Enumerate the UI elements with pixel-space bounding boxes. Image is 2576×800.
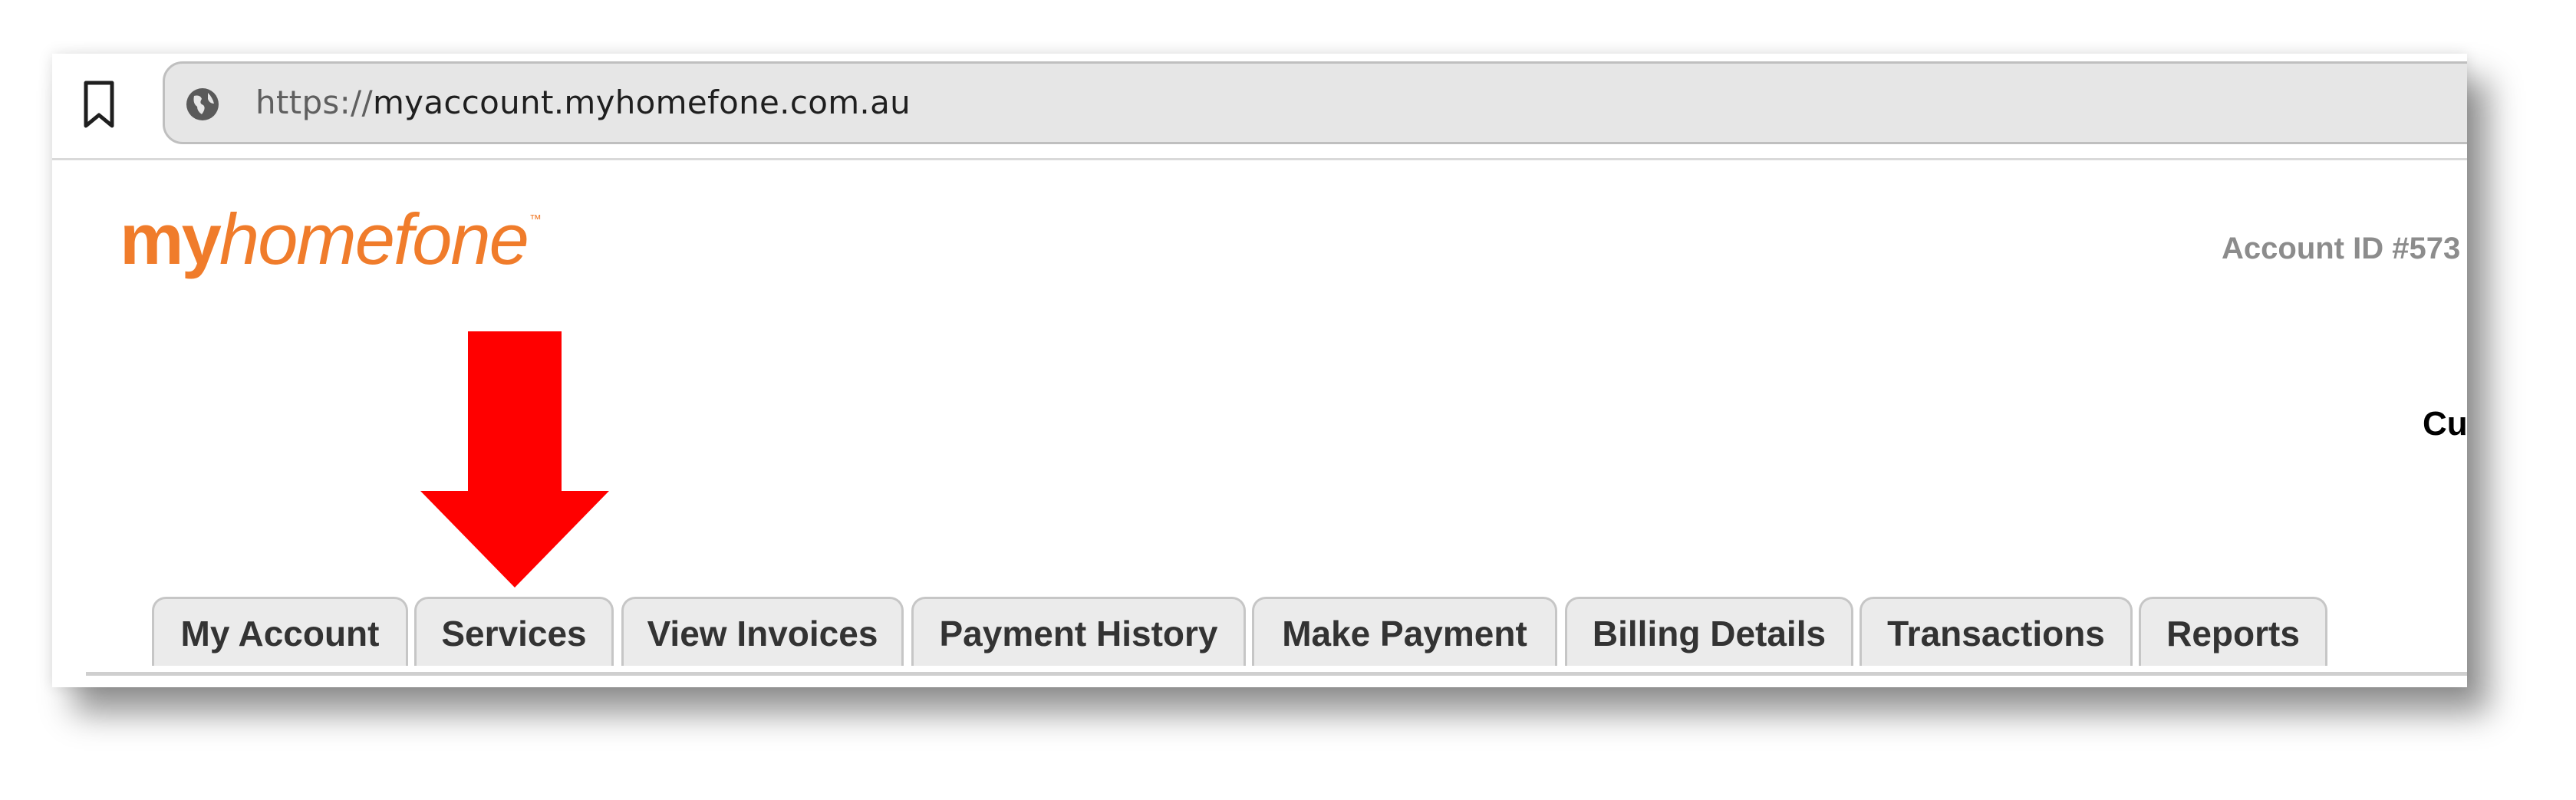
- tab-payment-history[interactable]: Payment History: [911, 597, 1246, 666]
- logo-my: my: [120, 199, 222, 279]
- logo-homefone: homefone: [219, 199, 529, 279]
- tab-reports[interactable]: Reports: [2139, 597, 2327, 666]
- browser-toolbar: https://myaccount.myhomefone.com.au: [52, 54, 2467, 160]
- tab-bar-divider: [86, 672, 2467, 676]
- account-id: Account ID #573: [2222, 232, 2461, 265]
- globe-icon[interactable]: [183, 85, 222, 123]
- myhomefone-logo[interactable]: myhomefone ™: [120, 198, 542, 290]
- tab-services[interactable]: Services: [414, 597, 614, 666]
- tab-make-payment[interactable]: Make Payment: [1252, 597, 1557, 666]
- url-host: myaccount.myhomefone.com.au: [372, 84, 911, 121]
- browser-window: https://myaccount.myhomefone.com.au myho…: [52, 54, 2467, 687]
- tab-billing-details[interactable]: Billing Details: [1565, 597, 1853, 666]
- tab-transactions[interactable]: Transactions: [1860, 597, 2133, 666]
- logo-trademark: ™: [529, 213, 542, 226]
- url-text: https://myaccount.myhomefone.com.au: [255, 84, 911, 121]
- address-bar[interactable]: https://myaccount.myhomefone.com.au: [163, 61, 2467, 144]
- tab-view-invoices[interactable]: View Invoices: [621, 597, 904, 666]
- screenshot-stage: https://myaccount.myhomefone.com.au myho…: [0, 0, 2576, 800]
- bookmark-icon[interactable]: [81, 80, 117, 130]
- down-arrow-icon: [420, 331, 609, 588]
- customer-label-partial: Cu: [2423, 405, 2467, 443]
- url-scheme: https://: [255, 84, 373, 121]
- tab-my-account[interactable]: My Account: [152, 597, 408, 666]
